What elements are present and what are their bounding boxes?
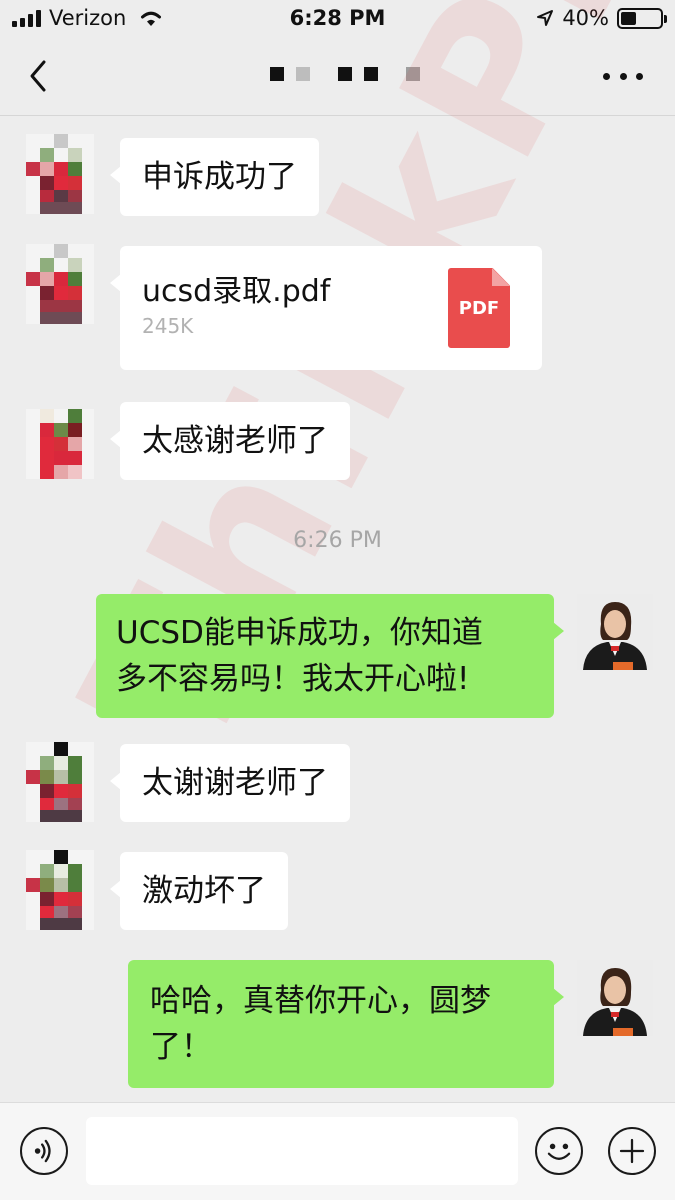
my-avatar[interactable] — [577, 594, 653, 670]
pdf-icon-label: PDF — [458, 298, 500, 319]
message-text: 申诉成功了 — [142, 159, 297, 195]
plus-icon[interactable] — [608, 1127, 656, 1175]
outgoing-message[interactable]: 哈哈，真替你开心，圆梦 了！ — [128, 960, 564, 1088]
contact-avatar[interactable] — [26, 134, 94, 214]
status-right: 40% — [536, 6, 667, 30]
incoming-message[interactable]: 太谢谢老师了 — [110, 744, 350, 822]
battery-icon — [617, 7, 667, 29]
message-text-line: UCSD能申诉成功，你知道 — [116, 615, 483, 651]
pdf-corner-fold — [492, 268, 510, 286]
message-input[interactable] — [86, 1117, 518, 1185]
message-text-line: 哈哈，真替你开心，圆梦 — [150, 983, 491, 1019]
chevron-left-icon[interactable] — [24, 56, 54, 96]
message-text-line: 多不容易吗！我太开心啦! — [116, 661, 470, 697]
outgoing-message[interactable]: UCSD能申诉成功，你知道 多不容易吗！我太开心啦! — [96, 594, 564, 718]
message-text: 激动坏了 — [142, 873, 266, 909]
incoming-message[interactable]: 激动坏了 — [110, 852, 288, 930]
message-text-line: 了！ — [150, 1029, 212, 1065]
message-timestamp: 6:26 PM — [293, 528, 382, 553]
battery-percent: 40% — [562, 6, 609, 30]
contact-avatar[interactable] — [26, 742, 94, 822]
incoming-message[interactable]: 太感谢老师了 — [110, 402, 350, 480]
my-avatar[interactable] — [577, 960, 653, 1036]
emoji-icon[interactable] — [535, 1127, 583, 1175]
chat-title-redacted — [270, 67, 420, 81]
message-text: 太谢谢老师了 — [142, 765, 328, 801]
status-bar: Verizon 6:28 PM 40% — [0, 0, 675, 38]
file-size: 245K — [142, 314, 194, 338]
contact-avatar[interactable] — [26, 404, 94, 484]
voice-icon[interactable] — [20, 1127, 68, 1175]
file-name: ucsd录取.pdf — [142, 274, 331, 309]
contact-avatar[interactable] — [26, 244, 94, 324]
more-dots-icon[interactable] — [603, 64, 643, 88]
battery-fill — [621, 11, 637, 25]
location-arrow-icon — [537, 10, 554, 26]
message-text: 太感谢老师了 — [142, 423, 328, 459]
file-message[interactable]: ucsd录取.pdf 245K PDF — [110, 246, 542, 370]
contact-avatar[interactable] — [26, 850, 94, 930]
chat-nav-bar — [0, 38, 675, 116]
incoming-message[interactable]: 申诉成功了 — [110, 138, 319, 216]
message-input-bar — [0, 1102, 675, 1200]
